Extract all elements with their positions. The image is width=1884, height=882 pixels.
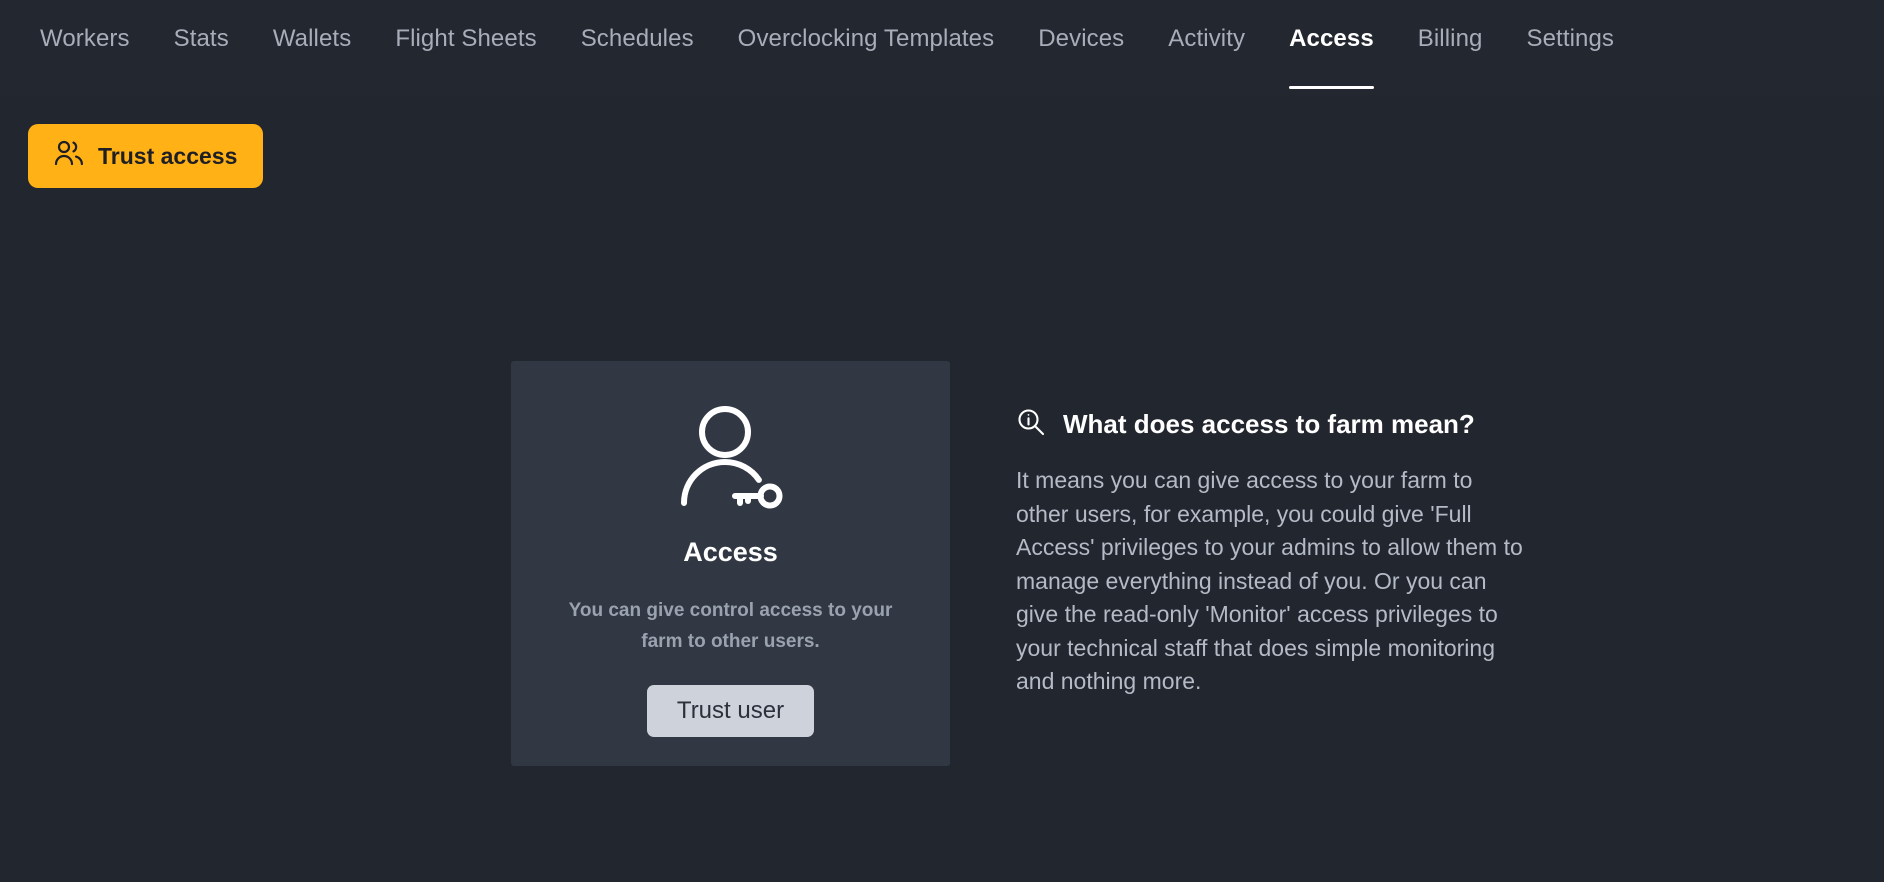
nav-tab-activity[interactable]: Activity [1146, 0, 1267, 95]
nav-tab-settings[interactable]: Settings [1505, 0, 1637, 95]
access-card-description: You can give control access to your farm… [568, 600, 893, 652]
nav-tab-label: Access [1289, 24, 1374, 52]
nav-tab-workers[interactable]: Workers [18, 0, 152, 95]
access-info-panel: What does access to farm mean? It means … [1016, 361, 1526, 699]
info-magnifier-icon [1016, 407, 1046, 442]
nav-tab-label: Stats [173, 24, 229, 52]
top-navigation-bar: Workers Stats Wallets Flight Sheets Schedule… [0, 0, 1884, 95]
nav-tab-label: Flight Sheets [395, 24, 537, 52]
trust-user-button[interactable]: Trust user [646, 685, 815, 737]
nav-tab-label: Workers [40, 24, 130, 52]
nav-tab-label: Devices [1038, 24, 1125, 52]
access-card-title: Access [683, 537, 778, 567]
nav-tab-access[interactable]: Access [1267, 0, 1396, 95]
nav-tab-label: Billing [1417, 24, 1483, 52]
nav-tab-stats[interactable]: Stats [152, 0, 251, 95]
nav-tab-schedules[interactable]: Schedules [559, 0, 716, 95]
access-panels-row: Access You can give control access to yo… [511, 361, 1526, 766]
trust-access-button[interactable]: Trust access [28, 124, 264, 188]
nav-tab-wallets[interactable]: Wallets [251, 0, 374, 95]
main-content: Trust access Access You can give control… [0, 95, 1884, 882]
info-panel-body: It means you can give access to your far… [1016, 467, 1523, 694]
nav-tab-label: Activity [1168, 24, 1246, 52]
nav-tab-label: Schedules [580, 24, 694, 52]
nav-tab-devices[interactable]: Devices [1016, 0, 1146, 95]
user-key-icon [678, 404, 784, 521]
nav-tab-list: Workers Stats Wallets Flight Sheets Schedule… [18, 0, 1636, 95]
access-empty-state-card: Access You can give control access to yo… [511, 361, 950, 766]
info-panel-title: What does access to farm mean? [1063, 409, 1475, 439]
nav-tab-flight-sheets[interactable]: Flight Sheets [373, 0, 558, 95]
info-panel-heading: What does access to farm mean? [1016, 407, 1526, 442]
trust-access-button-label: Trust access [98, 142, 238, 169]
nav-tab-label: Overclocking Templates [737, 24, 995, 52]
nav-tab-label: Wallets [272, 24, 352, 52]
nav-tab-label: Settings [1526, 24, 1615, 52]
nav-tab-billing[interactable]: Billing [1396, 0, 1505, 95]
nav-tab-overclocking-templates[interactable]: Overclocking Templates [716, 0, 1017, 95]
users-icon [54, 140, 84, 172]
